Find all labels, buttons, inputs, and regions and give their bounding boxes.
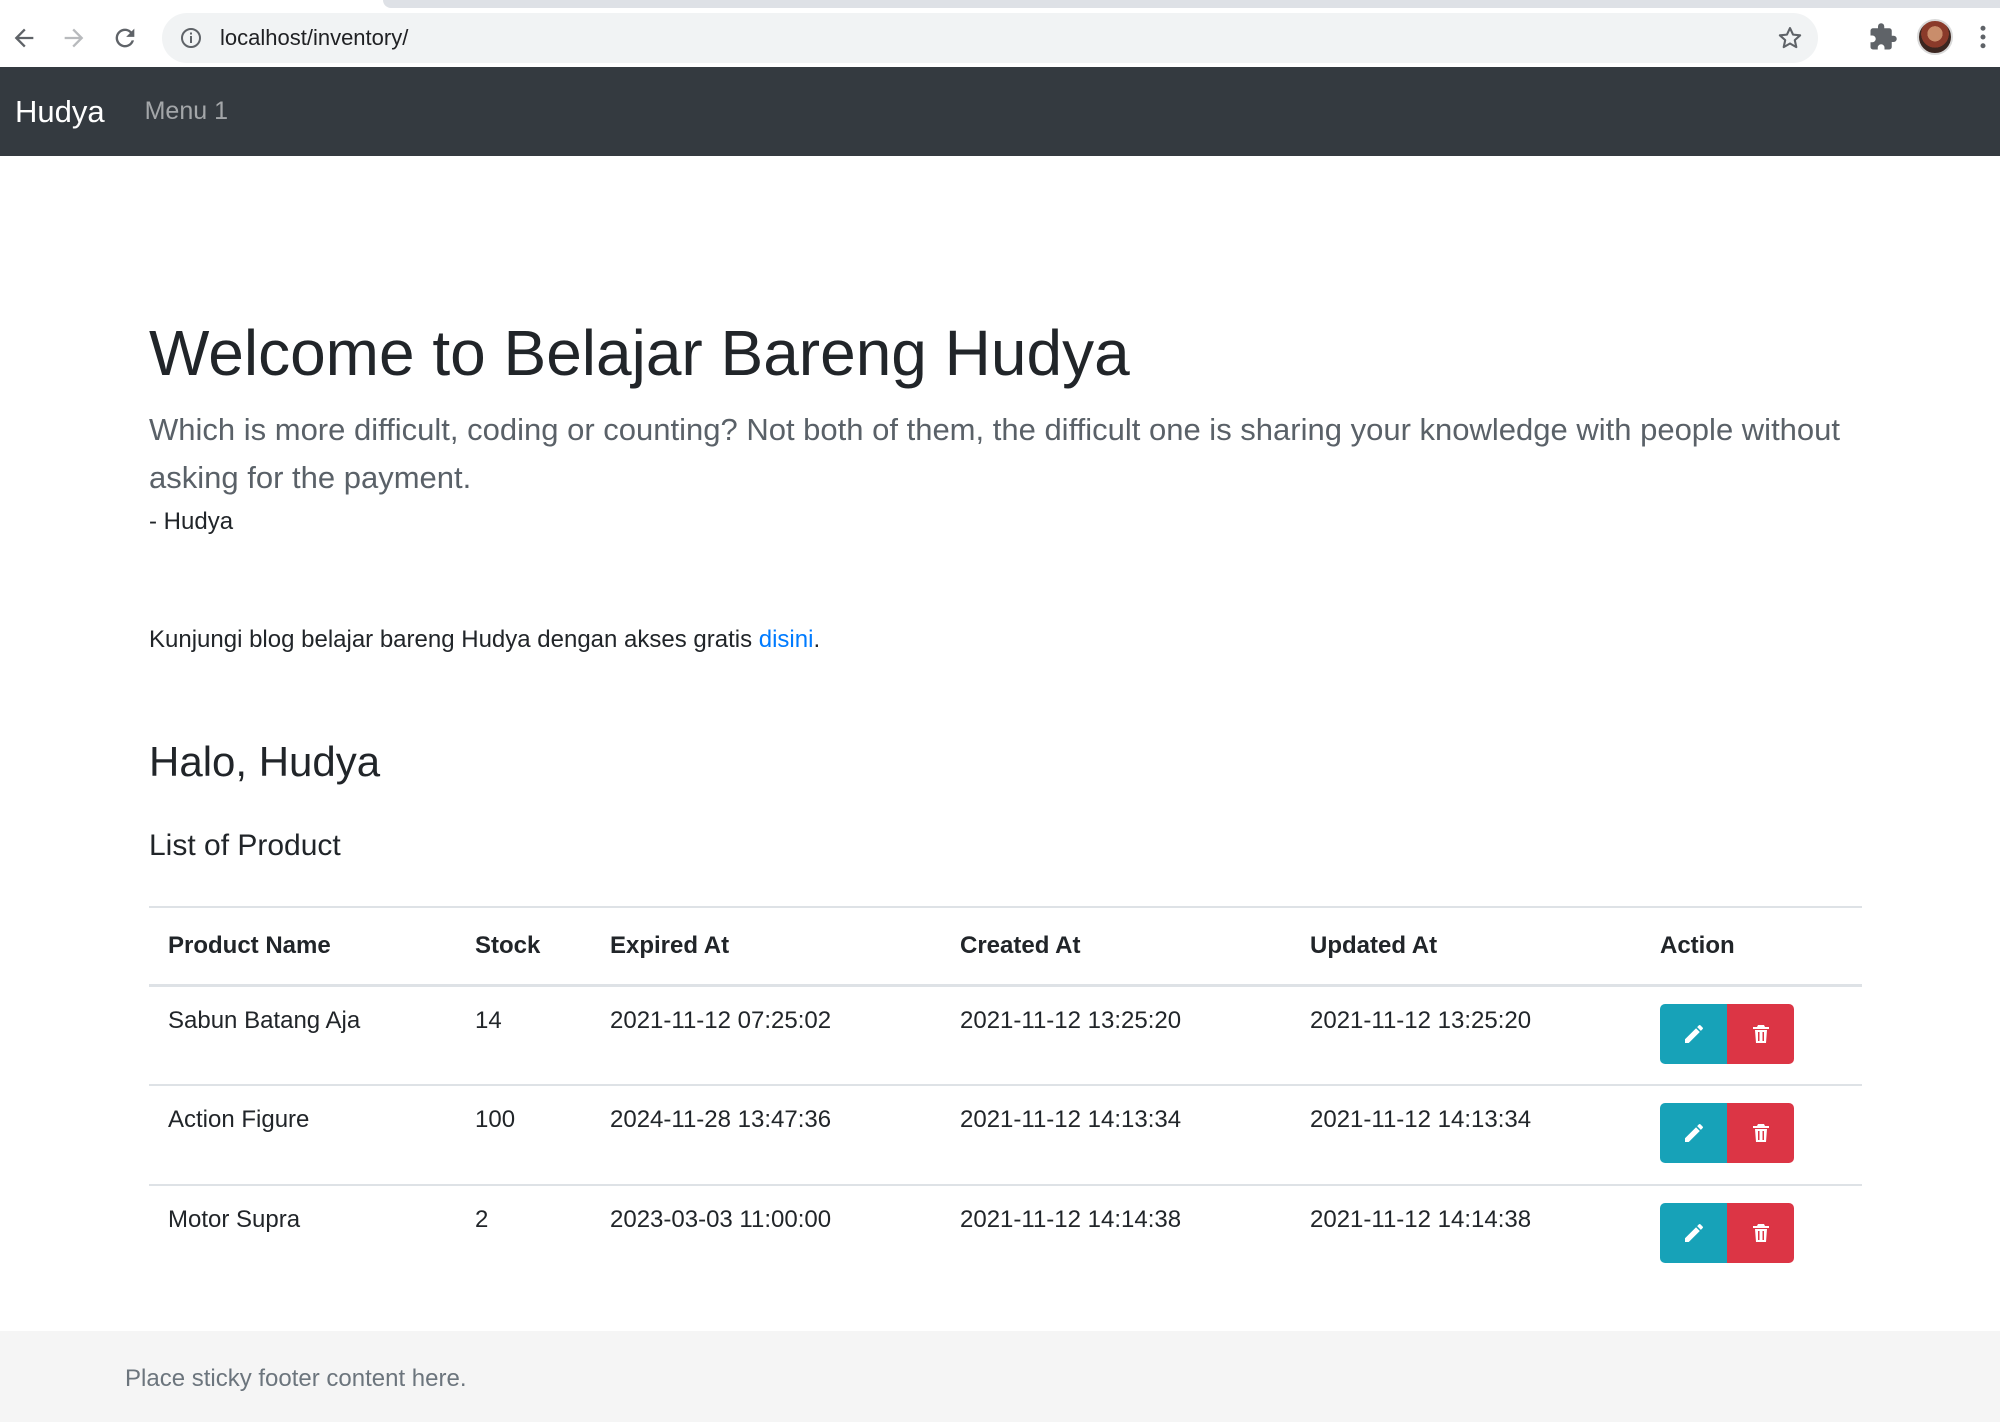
- bookmark-star-icon[interactable]: [1776, 24, 1804, 52]
- action-button-group: [1660, 1003, 1843, 1064]
- edit-button[interactable]: [1660, 1103, 1727, 1163]
- blog-text: Kunjungi blog belajar bareng Hudya denga…: [149, 626, 759, 653]
- action-button-group: [1660, 1103, 1843, 1163]
- cell-action: [1641, 1085, 1862, 1186]
- table-row: Motor Supra 2 2023-03-03 11:00:00 2021-1…: [149, 1185, 1862, 1285]
- trash-icon: [1752, 1124, 1769, 1142]
- page-title: Welcome to Belajar Bareng Hudya: [149, 317, 1130, 389]
- cell-stock: 100: [456, 1085, 591, 1186]
- blog-suffix: .: [813, 626, 821, 653]
- cell-stock: 14: [456, 985, 591, 1086]
- nav-link-menu-1[interactable]: Menu 1: [145, 97, 228, 126]
- cell-product-name: Motor Supra: [168, 1206, 301, 1233]
- cell-action: [1641, 1185, 1862, 1285]
- trash-icon: [1752, 1224, 1769, 1242]
- sticky-footer: Place sticky footer content here.: [0, 1331, 2000, 1422]
- back-button[interactable]: [2, 16, 46, 60]
- extensions-puzzle-icon[interactable]: [1868, 22, 1898, 52]
- delete-button[interactable]: [1727, 1103, 1794, 1163]
- product-list-title: List of Product: [149, 829, 341, 862]
- cell-created-at: 2021-11-12 14:13:34: [941, 1085, 1291, 1186]
- table-row: Sabun Batang Aja 14 2021-11-12 07:25:02 …: [149, 985, 1862, 1086]
- header-updated-at: Updated At: [1291, 906, 1641, 987]
- greeting-heading: Halo, Hudya: [149, 738, 381, 785]
- arrow-left-icon: [14, 28, 34, 48]
- header-expired-at: Expired At: [591, 906, 941, 987]
- table-header-row: Product Name Stock Expired At Created At…: [149, 906, 1862, 987]
- header-stock: Stock: [456, 906, 591, 987]
- cell-created-at: 2021-11-12 13:25:20: [941, 985, 1291, 1086]
- info-icon[interactable]: [178, 25, 204, 51]
- table-row: Action Figure 100 2024-11-28 13:47:36 20…: [149, 1085, 1862, 1186]
- cell-expired-at: 2021-11-12 07:25:02: [591, 985, 941, 1086]
- blog-invitation: Kunjungi blog belajar bareng Hudya denga…: [149, 626, 820, 654]
- arrow-right-icon: [64, 28, 84, 48]
- forward-button[interactable]: [52, 16, 96, 60]
- pencil-icon: [1684, 1123, 1703, 1142]
- reload-button[interactable]: [103, 16, 147, 60]
- delete-button[interactable]: [1727, 1003, 1794, 1064]
- delete-button[interactable]: [1727, 1203, 1794, 1263]
- header-action: Action: [1641, 906, 1862, 987]
- cell-product-name: Sabun Batang Aja: [149, 985, 456, 1086]
- cell-expired-at: 2024-11-28 13:47:36: [591, 1085, 941, 1186]
- url-text: localhost/inventory/: [220, 25, 409, 50]
- quote-author: - Hudya: [149, 508, 234, 535]
- reload-icon: [115, 28, 135, 48]
- cell-product-name: Action Figure: [149, 1085, 456, 1186]
- blog-link[interactable]: disini: [759, 626, 814, 653]
- profile-avatar[interactable]: [1917, 19, 1953, 55]
- trash-icon: [1752, 1024, 1769, 1043]
- header-product-name: Product Name: [149, 906, 456, 987]
- cell-expired-at: 2023-03-03 11:00:00: [610, 1206, 832, 1233]
- cell-stock: 2: [475, 1206, 489, 1233]
- edit-button[interactable]: [1660, 1003, 1727, 1064]
- pencil-icon: [1684, 1223, 1703, 1242]
- header-created-at: Created At: [941, 906, 1291, 987]
- pencil-icon: [1684, 1024, 1703, 1043]
- browser-toolbar: localhost/inventory/: [0, 0, 2000, 67]
- action-button-group: [1660, 1203, 1843, 1263]
- cell-updated-at: 2021-11-12 14:14:38: [1310, 1206, 1532, 1233]
- cell-action: [1641, 985, 1862, 1086]
- product-table: Product Name Stock Expired At Created At…: [149, 906, 1862, 1285]
- cell-updated-at: 2021-11-12 14:13:34: [1291, 1085, 1641, 1186]
- tab-strip: [383, 0, 2000, 8]
- navbar-brand[interactable]: Hudya: [15, 94, 105, 130]
- edit-button[interactable]: [1660, 1203, 1727, 1263]
- cell-created-at: 2021-11-12 14:14:38: [960, 1206, 1182, 1233]
- lead-quote: Which is more difficult, coding or count…: [149, 412, 1841, 495]
- address-bar[interactable]: localhost/inventory/: [162, 13, 1818, 63]
- more-vert-icon[interactable]: [1976, 22, 1990, 52]
- navbar: Hudya Menu 1: [0, 67, 2000, 156]
- footer-text: Place sticky footer content here.: [125, 1365, 467, 1392]
- cell-updated-at: 2021-11-12 13:25:20: [1291, 985, 1641, 1086]
